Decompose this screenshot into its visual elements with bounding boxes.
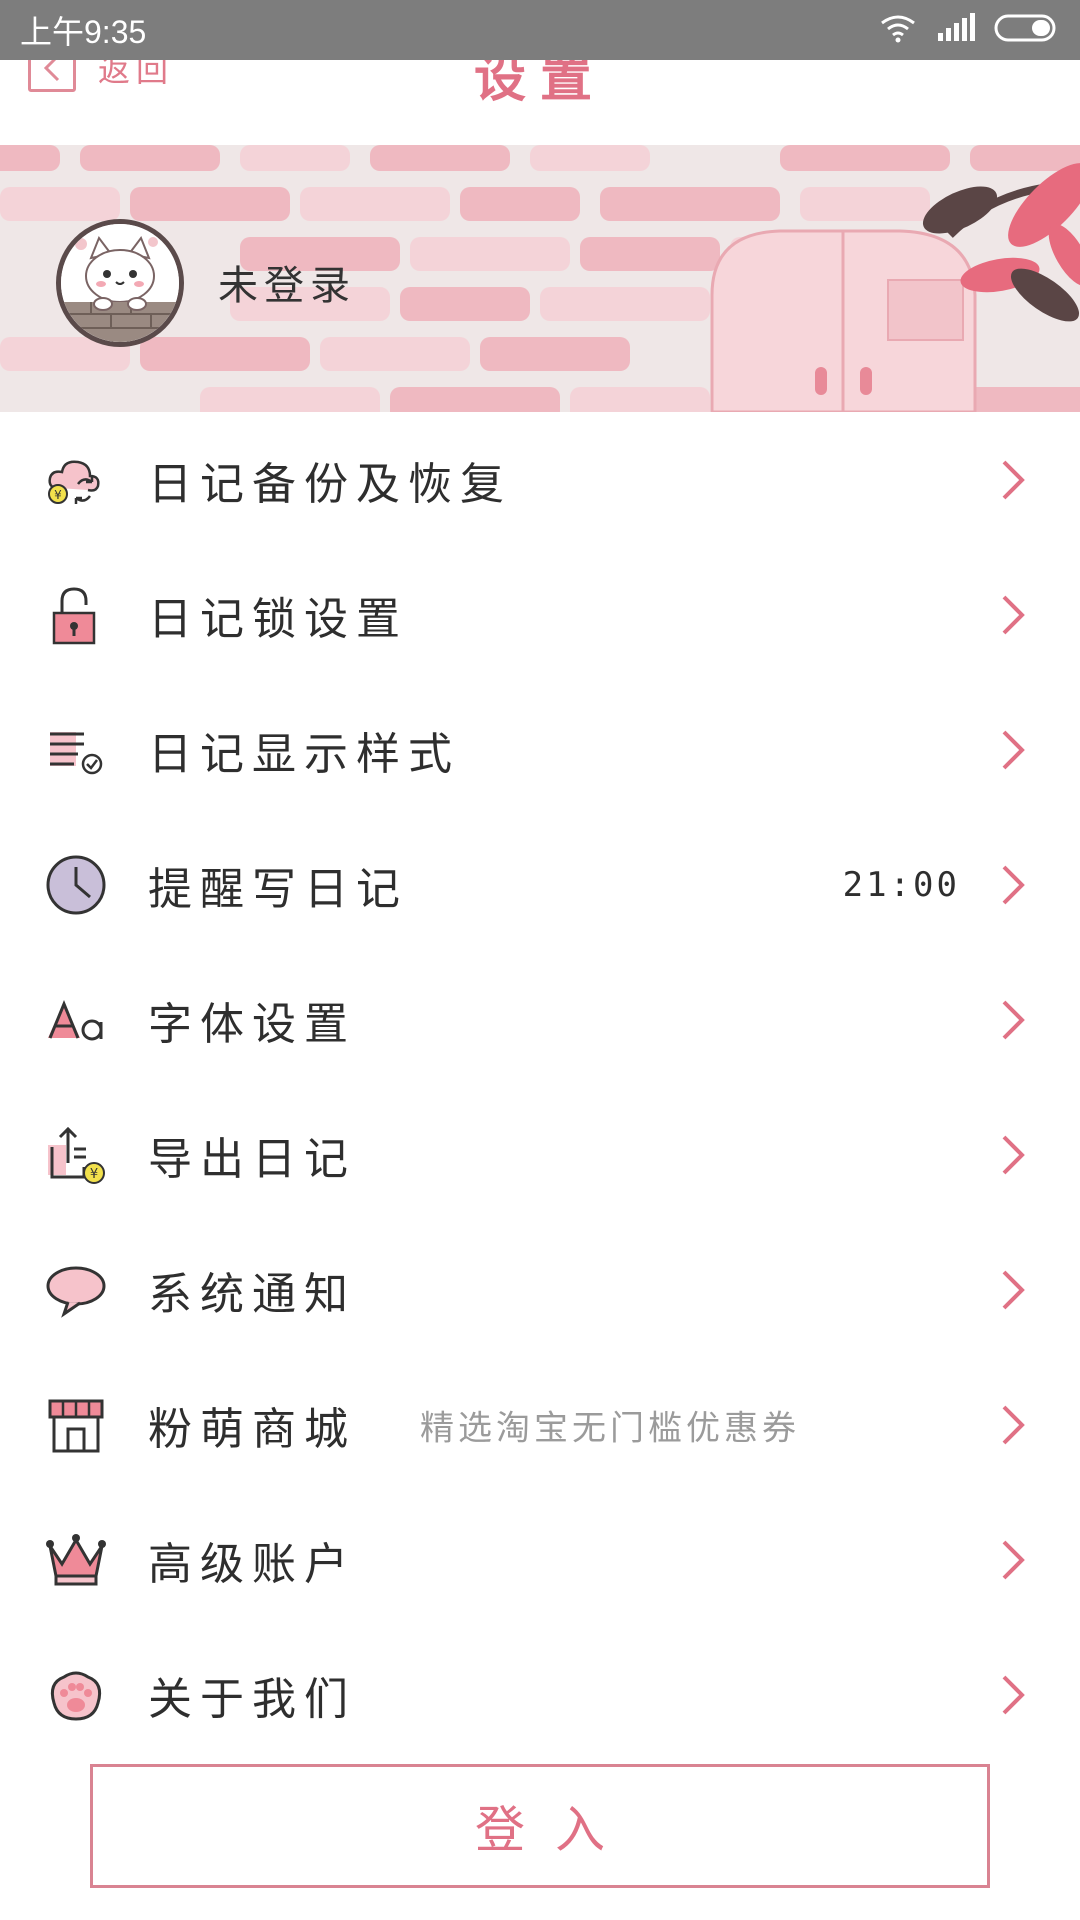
cat-avatar-icon <box>61 224 179 342</box>
status-icons <box>878 13 1060 47</box>
cloud-backup-icon: ¥ <box>44 448 108 512</box>
settings-item-export[interactable]: ¥ 导出日记 <box>0 1087 1080 1222</box>
settings-item-label: 日记锁设置 <box>148 593 408 645</box>
settings-item-label: 系统通知 <box>148 1268 356 1320</box>
profile-header: 未登录 <box>0 145 1080 412</box>
settings-item-label: 提醒写日记 <box>148 863 408 915</box>
chevron-right-icon <box>1000 1538 1028 1582</box>
chevron-right-icon <box>1000 998 1028 1042</box>
chevron-right-icon <box>1000 458 1028 502</box>
shop-icon <box>44 1393 108 1457</box>
reminder-time: 21:00 <box>842 864 960 905</box>
wifi-icon <box>878 13 918 47</box>
user-name[interactable]: 未登录 <box>218 253 356 311</box>
signal-icon <box>936 13 976 47</box>
settings-list: ¥ 日记备份及恢复 日记锁设置 日记显示样式 提醒写日记 21:00 字体设置 … <box>0 412 1080 1762</box>
settings-item-notifications[interactable]: 系统通知 <box>0 1222 1080 1357</box>
clock-icon <box>44 853 108 917</box>
chevron-right-icon <box>1000 1133 1028 1177</box>
font-icon <box>44 988 108 1052</box>
settings-item-label: 日记备份及恢复 <box>148 458 512 510</box>
status-bar: 上午9:35 <box>0 0 1080 60</box>
export-icon: ¥ <box>44 1123 108 1187</box>
settings-item-reminder[interactable]: 提醒写日记 21:00 <box>0 817 1080 952</box>
settings-item-label: 高级账户 <box>148 1538 356 1590</box>
settings-item-label: 关于我们 <box>148 1673 356 1725</box>
chevron-right-icon <box>1000 728 1028 772</box>
chevron-right-icon <box>1000 863 1028 907</box>
settings-item-premium[interactable]: 高级账户 <box>0 1492 1080 1627</box>
settings-item-backup[interactable]: ¥ 日记备份及恢复 <box>0 412 1080 547</box>
shop-promo-text: 精选淘宝无门槛优惠券 <box>420 1408 800 1448</box>
avatar[interactable] <box>56 219 184 347</box>
chevron-right-icon <box>1000 1673 1028 1717</box>
crown-icon <box>44 1528 108 1592</box>
settings-item-shop[interactable]: 粉萌商城 精选淘宝无门槛优惠券 <box>0 1357 1080 1492</box>
settings-item-display-style[interactable]: 日记显示样式 <box>0 682 1080 817</box>
settings-item-label: 粉萌商城 <box>148 1403 356 1455</box>
settings-item-lock[interactable]: 日记锁设置 <box>0 547 1080 682</box>
battery-icon <box>994 13 1060 47</box>
list-style-icon <box>44 718 108 782</box>
paw-icon <box>44 1663 108 1727</box>
chevron-right-icon <box>1000 1268 1028 1312</box>
login-label: 登入 <box>475 1801 635 1859</box>
settings-item-about[interactable]: 关于我们 <box>0 1627 1080 1762</box>
settings-item-font[interactable]: 字体设置 <box>0 952 1080 1087</box>
svg-text:¥: ¥ <box>54 488 62 502</box>
settings-item-label: 导出日记 <box>148 1133 356 1185</box>
lock-icon <box>44 583 108 647</box>
chevron-right-icon <box>1000 1403 1028 1447</box>
status-time: 上午9:35 <box>20 14 147 50</box>
svg-text:¥: ¥ <box>90 1167 98 1182</box>
settings-item-label: 字体设置 <box>148 998 356 1050</box>
settings-item-label: 日记显示样式 <box>148 728 460 780</box>
chevron-right-icon <box>1000 593 1028 637</box>
login-button[interactable]: 登入 <box>90 1764 990 1888</box>
speech-bubble-icon <box>44 1258 108 1322</box>
